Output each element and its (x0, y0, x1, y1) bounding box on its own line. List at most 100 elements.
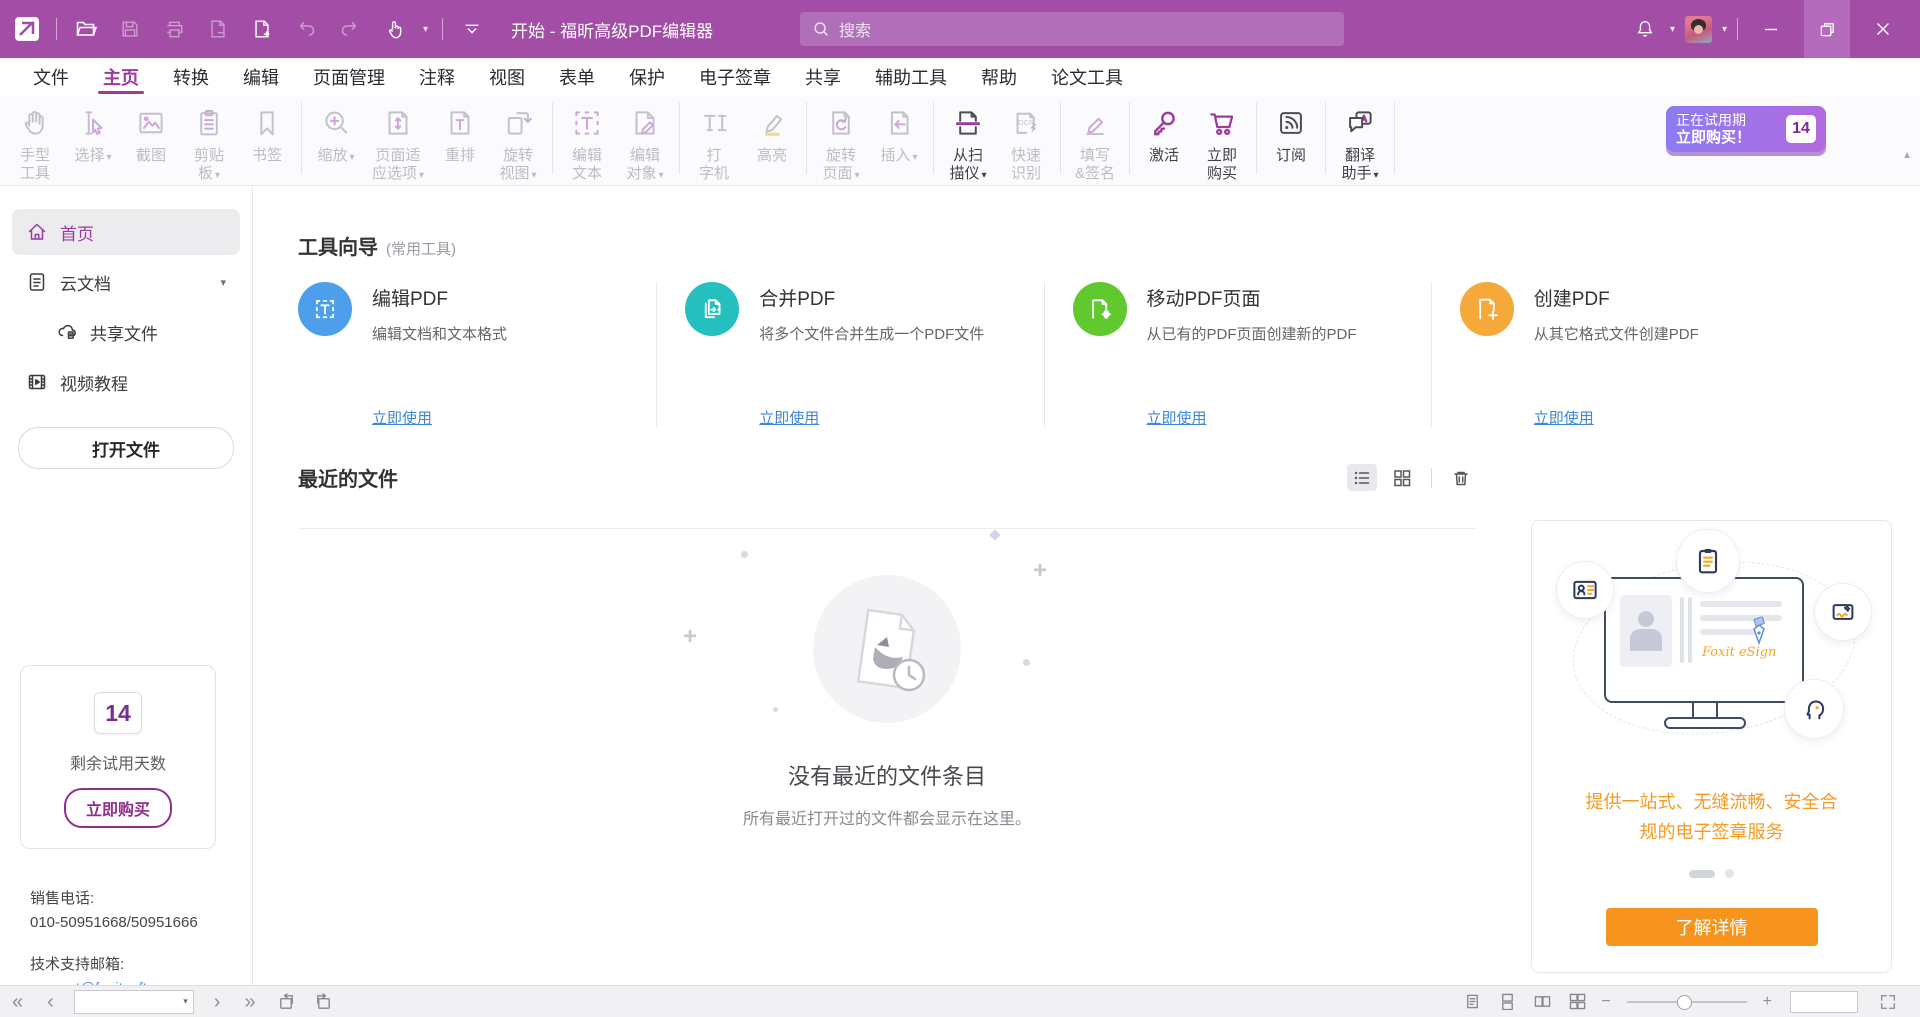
collapse-ribbon-icon[interactable] (457, 14, 487, 44)
last-page-button[interactable]: » (232, 992, 267, 1012)
use-now-link[interactable]: 立即使用 (372, 407, 432, 428)
menu-tab-form[interactable]: 表单 (542, 58, 612, 96)
minimize-button[interactable] (1748, 0, 1794, 58)
toolbar-button-insert-pages[interactable]: 插入▾ (870, 100, 928, 187)
toolbar-button-quick-ocr[interactable]: OCR 快速识别 (997, 100, 1055, 185)
toolbar-button-highlight[interactable]: 高亮 (743, 100, 801, 185)
zoom-percentage-box[interactable] (1790, 991, 1858, 1013)
menu-tab-file[interactable]: 文件 (16, 58, 86, 96)
toolbar-button-subscribe[interactable]: 订阅 (1262, 100, 1320, 185)
clear-recent-trash-button[interactable] (1446, 464, 1476, 491)
toolbar-button-from-scanner[interactable]: 从扫描仪▾ (939, 100, 997, 187)
facing-continuous-view-icon[interactable] (1560, 993, 1595, 1010)
toolbar-button-select[interactable]: 选择▾ (64, 100, 122, 187)
menu-tab-edit[interactable]: 编辑 (226, 58, 296, 96)
card-move-pdf-pages[interactable]: 移动PDF页面 从已有的PDF页面创建新的PDF 立即使用 (1044, 282, 1431, 428)
carousel-dots[interactable] (1532, 869, 1891, 878)
toolbar-button-edit-object[interactable]: 编辑对象▾ (616, 100, 674, 187)
use-now-link[interactable]: 立即使用 (759, 407, 819, 428)
fullscreen-icon[interactable] (1870, 993, 1906, 1011)
sidebar-item-home[interactable]: 首页 (12, 209, 240, 255)
first-page-button[interactable]: « (0, 992, 35, 1012)
single-page-view-icon[interactable] (1455, 993, 1490, 1010)
menu-tab-accessibility[interactable]: 辅助工具 (858, 58, 964, 96)
notifications-bell-icon[interactable] (1630, 14, 1660, 44)
toolbar-button-buy-now[interactable]: 立即购买 (1193, 100, 1251, 185)
page-number-input[interactable] (75, 993, 183, 1011)
menu-tab-esign[interactable]: 电子签章 (682, 58, 788, 96)
zoom-slider-knob[interactable] (1677, 995, 1692, 1010)
card-merge-pdf[interactable]: 合并PDF 将多个文件合并生成一个PDF文件 立即使用 (656, 282, 1043, 428)
previous-page-button[interactable]: ‹ (35, 992, 66, 1012)
delete-page-icon[interactable] (203, 14, 233, 44)
toolbar-button-rotate-pages[interactable]: 旋转页面▾ (812, 100, 870, 187)
redo-icon[interactable] (335, 14, 365, 44)
learn-more-button[interactable]: 了解详情 (1606, 908, 1818, 946)
facing-view-icon[interactable] (1525, 993, 1560, 1010)
zoom-out-button[interactable]: − (1595, 993, 1616, 1011)
menu-tab-paper-tools[interactable]: 论文工具 (1034, 58, 1140, 96)
zoom-percentage-input[interactable] (1791, 992, 1857, 1010)
use-now-link[interactable]: 立即使用 (1147, 407, 1207, 428)
buy-now-button[interactable]: 立即购买 (64, 788, 172, 828)
foxit-logo-icon[interactable] (12, 14, 42, 44)
card-create-pdf[interactable]: 创建PDF 从其它格式文件创建PDF 立即使用 (1431, 282, 1818, 428)
page-dropdown-caret-icon[interactable]: ▾ (183, 996, 193, 1007)
user-avatar[interactable] (1685, 16, 1712, 43)
menu-tab-protect[interactable]: 保护 (612, 58, 682, 96)
sidebar-item-cloud-docs[interactable]: 云文档 ▾ (12, 259, 240, 305)
trial-period-badge[interactable]: 正在试用期 立即购买！ 14 (1666, 106, 1826, 152)
grid-view-button[interactable] (1387, 464, 1417, 491)
list-view-button[interactable] (1347, 464, 1377, 491)
menu-tab-view[interactable]: 视图 (472, 58, 542, 96)
toolbar-scroll-up-icon[interactable]: ▲ (1902, 150, 1912, 161)
open-file-icon[interactable] (71, 14, 101, 44)
card-edit-pdf[interactable]: 编辑PDF 编辑文档和文本格式 立即使用 (298, 282, 656, 428)
toolbar-button-translate-assistant[interactable]: 翻译助手▾ (1331, 100, 1389, 187)
menu-tab-comment[interactable]: 注释 (402, 58, 472, 96)
use-now-link[interactable]: 立即使用 (1534, 407, 1594, 428)
toolbar-button-fit-page[interactable]: 页面适应选项▾ (365, 100, 431, 187)
touch-mode-caret-icon[interactable]: ▾ (423, 24, 428, 35)
menu-tab-share[interactable]: 共享 (788, 58, 858, 96)
status-bar: « ‹ ▾ › » − + (0, 985, 1920, 1017)
menu-tab-organize[interactable]: 页面管理 (296, 58, 402, 96)
toolbar-button-hand-tool[interactable]: 手型工具 (6, 100, 64, 185)
next-view-button[interactable] (305, 992, 342, 1011)
toolbar-button-clipboard[interactable]: 剪贴板▾ (180, 100, 238, 187)
close-button[interactable] (1860, 0, 1906, 58)
previous-view-button[interactable] (268, 992, 305, 1011)
toolbar-button-fill-sign[interactable]: 填写&签名 (1066, 100, 1124, 185)
toolbar-button-edit-text[interactable]: 编辑文本 (558, 100, 616, 185)
sidebar-item-shared-files[interactable]: 共享文件 (12, 309, 240, 355)
carousel-dot-active[interactable] (1689, 870, 1715, 878)
undo-icon[interactable] (291, 14, 321, 44)
cloud-docs-caret-icon[interactable]: ▾ (220, 276, 226, 289)
carousel-dot[interactable] (1725, 869, 1734, 878)
toolbar-button-snapshot[interactable]: 截图 (122, 100, 180, 185)
toolbar-button-zoom[interactable]: 缩放▾ (307, 100, 365, 187)
notifications-caret-icon[interactable]: ▾ (1670, 24, 1675, 35)
next-page-button[interactable]: › (202, 992, 233, 1012)
menu-tab-help[interactable]: 帮助 (964, 58, 1034, 96)
sidebar-item-video-tutorials[interactable]: 视频教程 (12, 359, 240, 405)
toolbar-button-bookmark[interactable]: 书签 (238, 100, 296, 185)
print-icon[interactable] (159, 14, 189, 44)
open-file-button[interactable]: 打开文件 (18, 427, 234, 469)
restore-window-button[interactable] (1804, 0, 1850, 58)
toolbar-button-activate[interactable]: 激活 (1135, 100, 1193, 185)
zoom-slider[interactable] (1627, 1001, 1747, 1003)
account-caret-icon[interactable]: ▾ (1722, 24, 1727, 35)
menu-tab-convert[interactable]: 转换 (156, 58, 226, 96)
toolbar-button-rotate-view[interactable]: 旋转视图▾ (489, 100, 547, 187)
toolbar-button-reflow[interactable]: 重排 (431, 100, 489, 185)
search-input[interactable]: 搜索 (800, 12, 1344, 46)
new-page-icon[interactable] (247, 14, 277, 44)
continuous-view-icon[interactable] (1490, 993, 1525, 1010)
menu-tab-home[interactable]: 主页 (86, 58, 156, 96)
save-icon[interactable] (115, 14, 145, 44)
zoom-in-button[interactable]: + (1757, 993, 1778, 1011)
toolbar-button-typewriter[interactable]: 打字机 (685, 100, 743, 185)
touch-mode-icon[interactable] (379, 14, 409, 44)
page-number-combobox[interactable]: ▾ (74, 990, 194, 1014)
